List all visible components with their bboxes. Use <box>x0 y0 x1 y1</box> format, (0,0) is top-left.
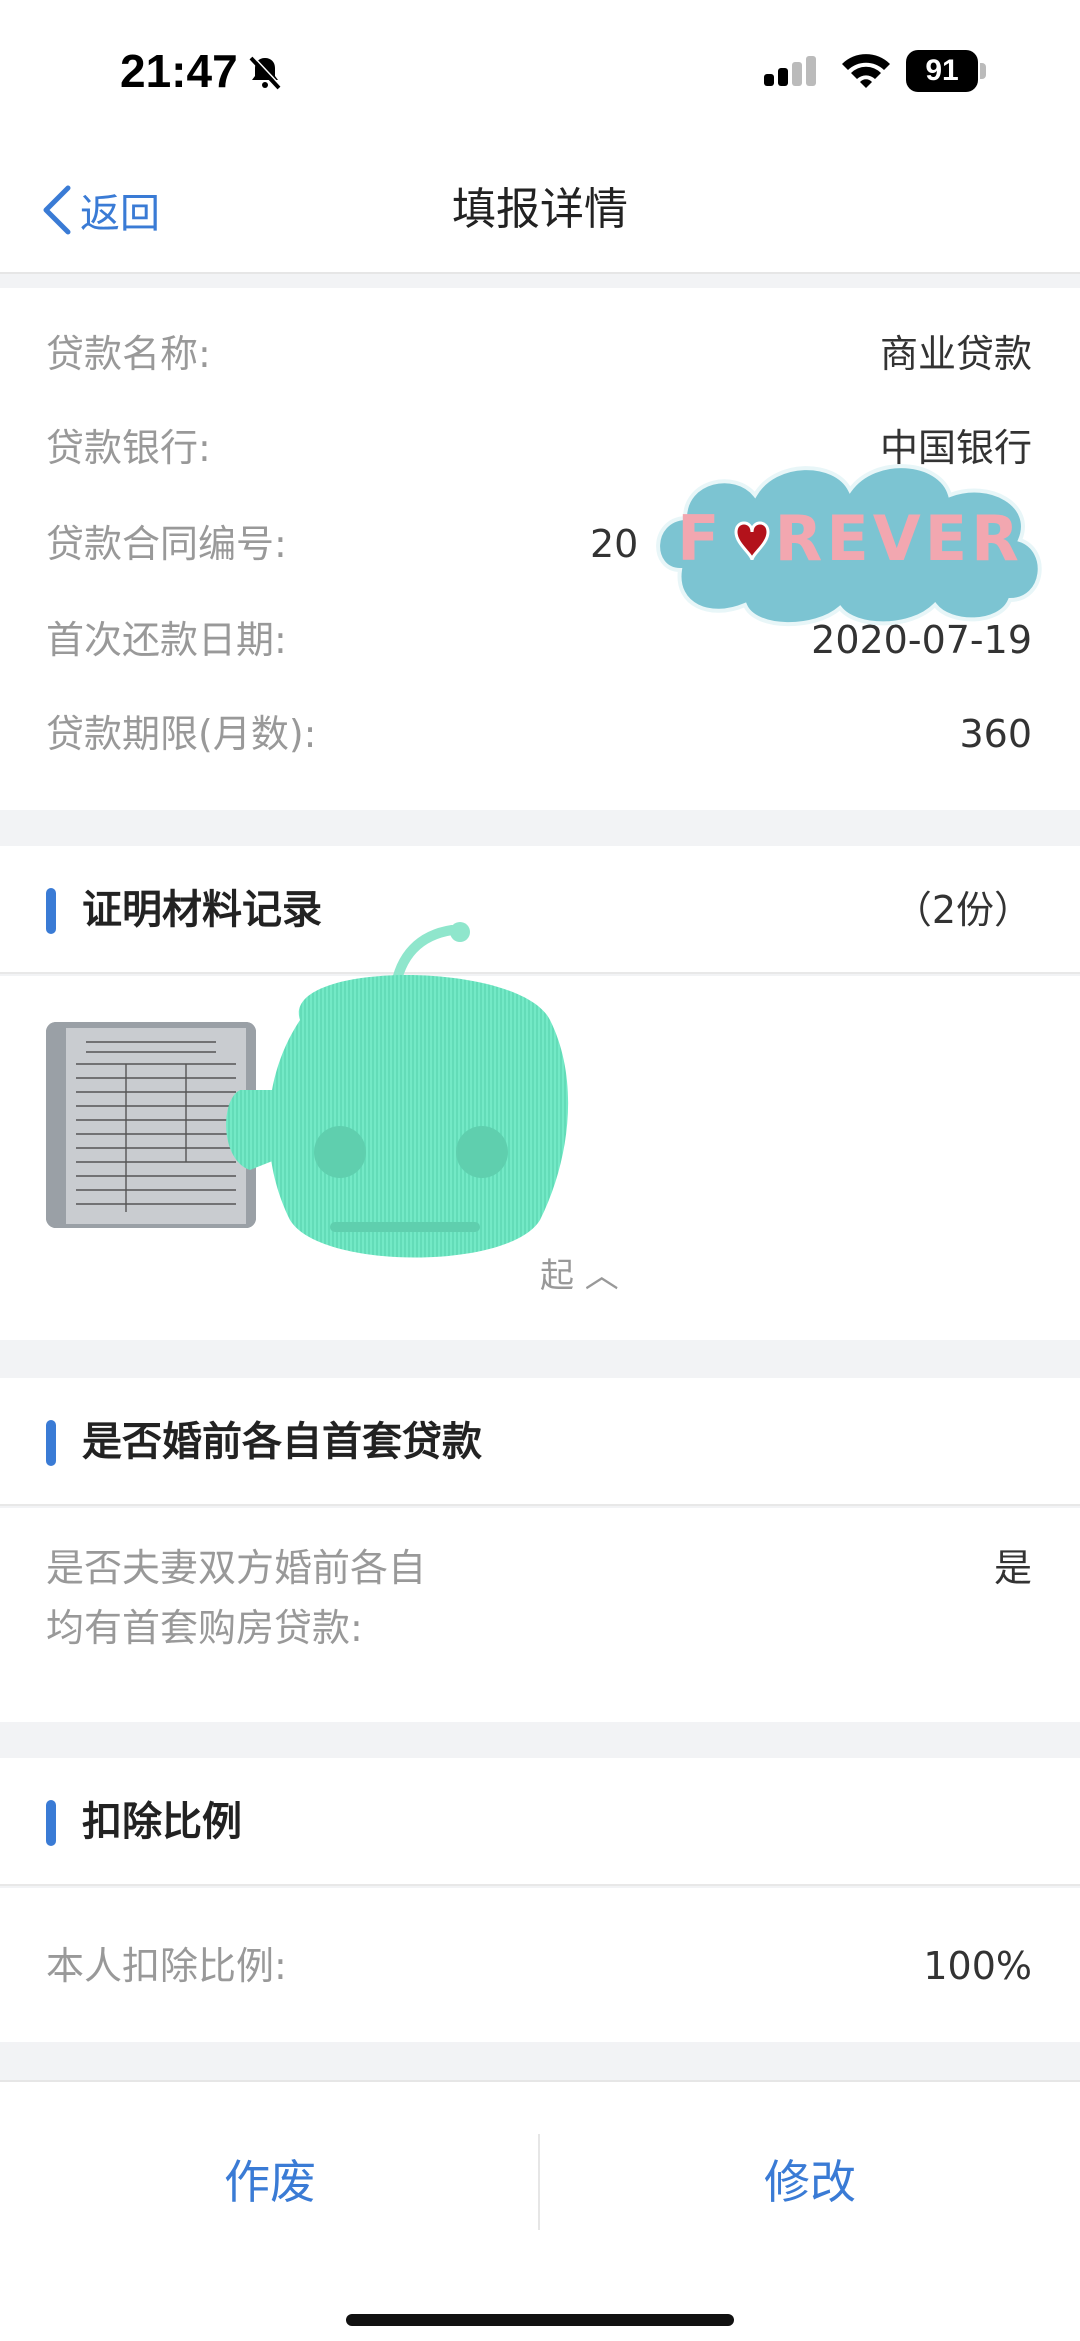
question-line-1: 是否夫妻双方婚前各自 <box>46 1546 427 1590</box>
document-count: （2份） <box>893 888 1032 932</box>
info-row-loan-name: 贷款名称: 商业贷款 <box>0 324 1080 384</box>
marriage-section-header: 是否婚前各自首套贷款 <box>0 1378 1080 1506</box>
status-time: 21:47 <box>120 45 238 97</box>
info-label: 贷款合同编号: <box>46 522 287 566</box>
info-label: 贷款银行: <box>46 426 211 470</box>
question-line-2: 均有首套购房贷款: <box>46 1606 363 1650</box>
deduction-row: 本人扣除比例: 100% <box>0 1936 1080 1996</box>
status-bar: 21:47 91 <box>0 0 1080 150</box>
marriage-answer: 是 <box>993 1546 1032 1590</box>
info-label: 首次还款日期: <box>46 618 287 662</box>
info-value: 商业贷款 <box>879 332 1032 376</box>
section-title: 是否婚前各自首套贷款 <box>82 1419 482 1465</box>
deduction-value: 100% <box>923 1944 1032 1988</box>
section-title: 扣除比例 <box>82 1799 242 1845</box>
deduction-card: 本人扣除比例: 100% <box>0 1888 1080 2042</box>
cellular-signal-icon <box>764 56 816 86</box>
battery-level: 91 <box>906 50 978 92</box>
deduction-section-header: 扣除比例 <box>0 1758 1080 1886</box>
info-value: 20 <box>590 522 639 566</box>
deduction-label: 本人扣除比例: <box>46 1944 287 1988</box>
home-indicator[interactable] <box>346 2314 734 2326</box>
battery-icon: 91 <box>906 50 986 92</box>
marriage-card: 是否夫妻双方婚前各自 均有首套购房贷款: 是 <box>0 1508 1080 1722</box>
wifi-icon <box>842 54 890 88</box>
edit-button[interactable]: 修改 <box>540 2142 1080 2222</box>
navigation-bar: 返回 填报详情 <box>0 150 1080 274</box>
bell-muted-icon <box>249 55 282 90</box>
robot-sticker <box>226 922 569 1258</box>
info-label: 贷款名称: <box>46 332 211 376</box>
bottom-action-bar: 作废 修改 <box>0 2080 1080 2341</box>
info-label: 贷款期限(月数): <box>46 712 317 756</box>
forever-cloud-sticker: F REVER <box>656 464 1042 627</box>
collapse-toggle[interactable]: 起 ︿ <box>540 1248 619 1304</box>
info-row-loan-term: 贷款期限(月数): 360 <box>0 704 1080 764</box>
void-button[interactable]: 作废 <box>0 2142 540 2222</box>
sticker-text: F REVER <box>677 502 1023 575</box>
info-value: 360 <box>959 712 1032 756</box>
page-title: 填报详情 <box>452 184 628 235</box>
